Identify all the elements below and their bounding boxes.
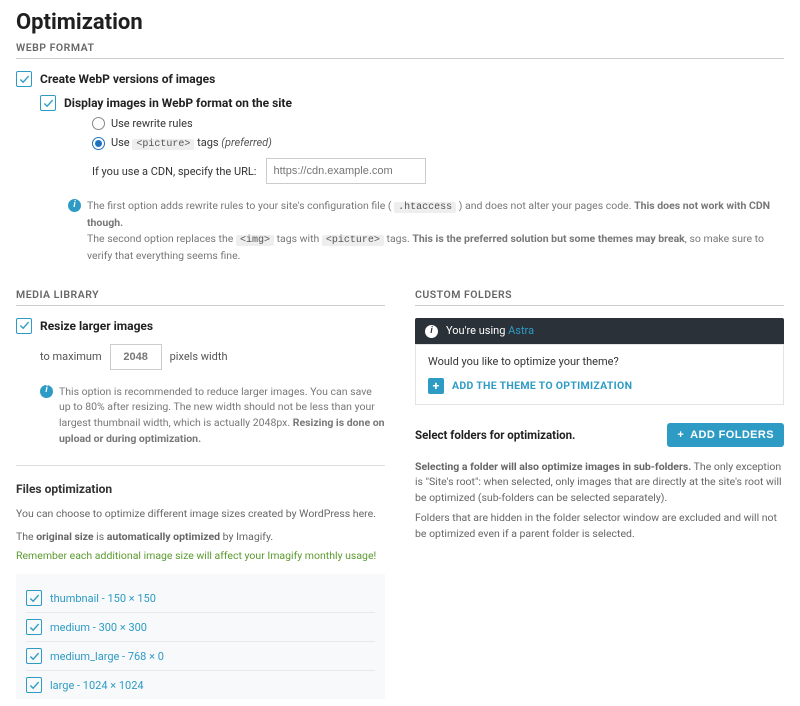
check-icon bbox=[19, 320, 30, 331]
resize-images-checkbox[interactable] bbox=[16, 318, 32, 334]
theme-name-link[interactable]: Astra bbox=[508, 324, 534, 337]
pixels-width-label: pixels width bbox=[170, 350, 228, 363]
display-webp-label: Display images in WebP format on the sit… bbox=[64, 96, 292, 110]
folders-info-2: Folders that are hidden in the folder se… bbox=[415, 510, 784, 542]
media-library-header: MEDIA LIBRARY bbox=[16, 288, 385, 306]
picture-tags-label: Use <picture> tags (preferred) bbox=[111, 136, 272, 150]
create-webp-label: Create WebP versions of images bbox=[40, 72, 215, 86]
check-icon bbox=[29, 593, 40, 604]
check-icon bbox=[29, 651, 40, 662]
custom-folders-header: CUSTOM FOLDERS bbox=[415, 288, 784, 306]
files-opt-warning: Remember each additional image size will… bbox=[16, 549, 385, 562]
image-sizes-list: thumbnail - 150 × 150 medium - 300 × 300… bbox=[16, 574, 385, 699]
files-optimization-header: Files optimization bbox=[16, 482, 385, 496]
optimize-theme-question: Would you like to optimize your theme? bbox=[428, 355, 771, 368]
resize-info-text: This option is recommended to reduce lar… bbox=[59, 384, 385, 447]
check-icon bbox=[29, 622, 40, 633]
size-thumbnail-label: thumbnail - 150 × 150 bbox=[50, 592, 156, 605]
size-large-label: large - 1024 × 1024 bbox=[50, 679, 144, 692]
size-medium-large-checkbox[interactable] bbox=[26, 648, 42, 664]
rewrite-rules-radio[interactable] bbox=[92, 117, 105, 130]
add-theme-button[interactable]: + bbox=[428, 378, 444, 394]
webp-info-text: The first option adds rewrite rules to y… bbox=[87, 198, 784, 264]
info-icon: i bbox=[425, 325, 438, 338]
check-icon bbox=[29, 680, 40, 691]
size-large-checkbox[interactable] bbox=[26, 677, 42, 693]
size-medium-label: medium - 300 × 300 bbox=[50, 621, 147, 634]
picture-tags-radio[interactable] bbox=[92, 137, 105, 150]
to-maximum-label: to maximum bbox=[40, 350, 102, 363]
size-medium-checkbox[interactable] bbox=[26, 619, 42, 635]
plus-icon: + bbox=[677, 429, 684, 441]
max-width-input[interactable] bbox=[110, 344, 162, 370]
display-webp-checkbox[interactable] bbox=[40, 95, 56, 111]
size-medium-large-label: medium_large - 768 × 0 bbox=[50, 650, 164, 663]
create-webp-checkbox[interactable] bbox=[16, 71, 32, 87]
rewrite-rules-label: Use rewrite rules bbox=[111, 117, 193, 130]
info-icon: i bbox=[40, 385, 53, 398]
check-icon bbox=[43, 98, 54, 109]
webp-section-header: WEBP FORMAT bbox=[16, 41, 784, 59]
theme-banner: i You're using Astra bbox=[415, 318, 784, 344]
files-opt-auto: The original size is automatically optim… bbox=[16, 529, 385, 545]
resize-images-label: Resize larger images bbox=[40, 319, 153, 333]
add-theme-label[interactable]: ADD THE THEME TO OPTIMIZATION bbox=[452, 379, 632, 392]
select-folders-label: Select folders for optimization. bbox=[415, 428, 575, 442]
info-icon: i bbox=[68, 199, 81, 212]
folders-info-1: Selecting a folder will also optimize im… bbox=[415, 459, 784, 506]
cdn-url-label: If you use a CDN, specify the URL: bbox=[92, 165, 256, 178]
page-title: Optimization bbox=[16, 10, 784, 35]
files-opt-desc: You can choose to optimize different ima… bbox=[16, 506, 385, 522]
size-thumbnail-checkbox[interactable] bbox=[26, 590, 42, 606]
check-icon bbox=[19, 74, 30, 85]
cdn-url-input[interactable] bbox=[266, 158, 426, 184]
add-folders-button[interactable]: + ADD FOLDERS bbox=[667, 423, 784, 447]
